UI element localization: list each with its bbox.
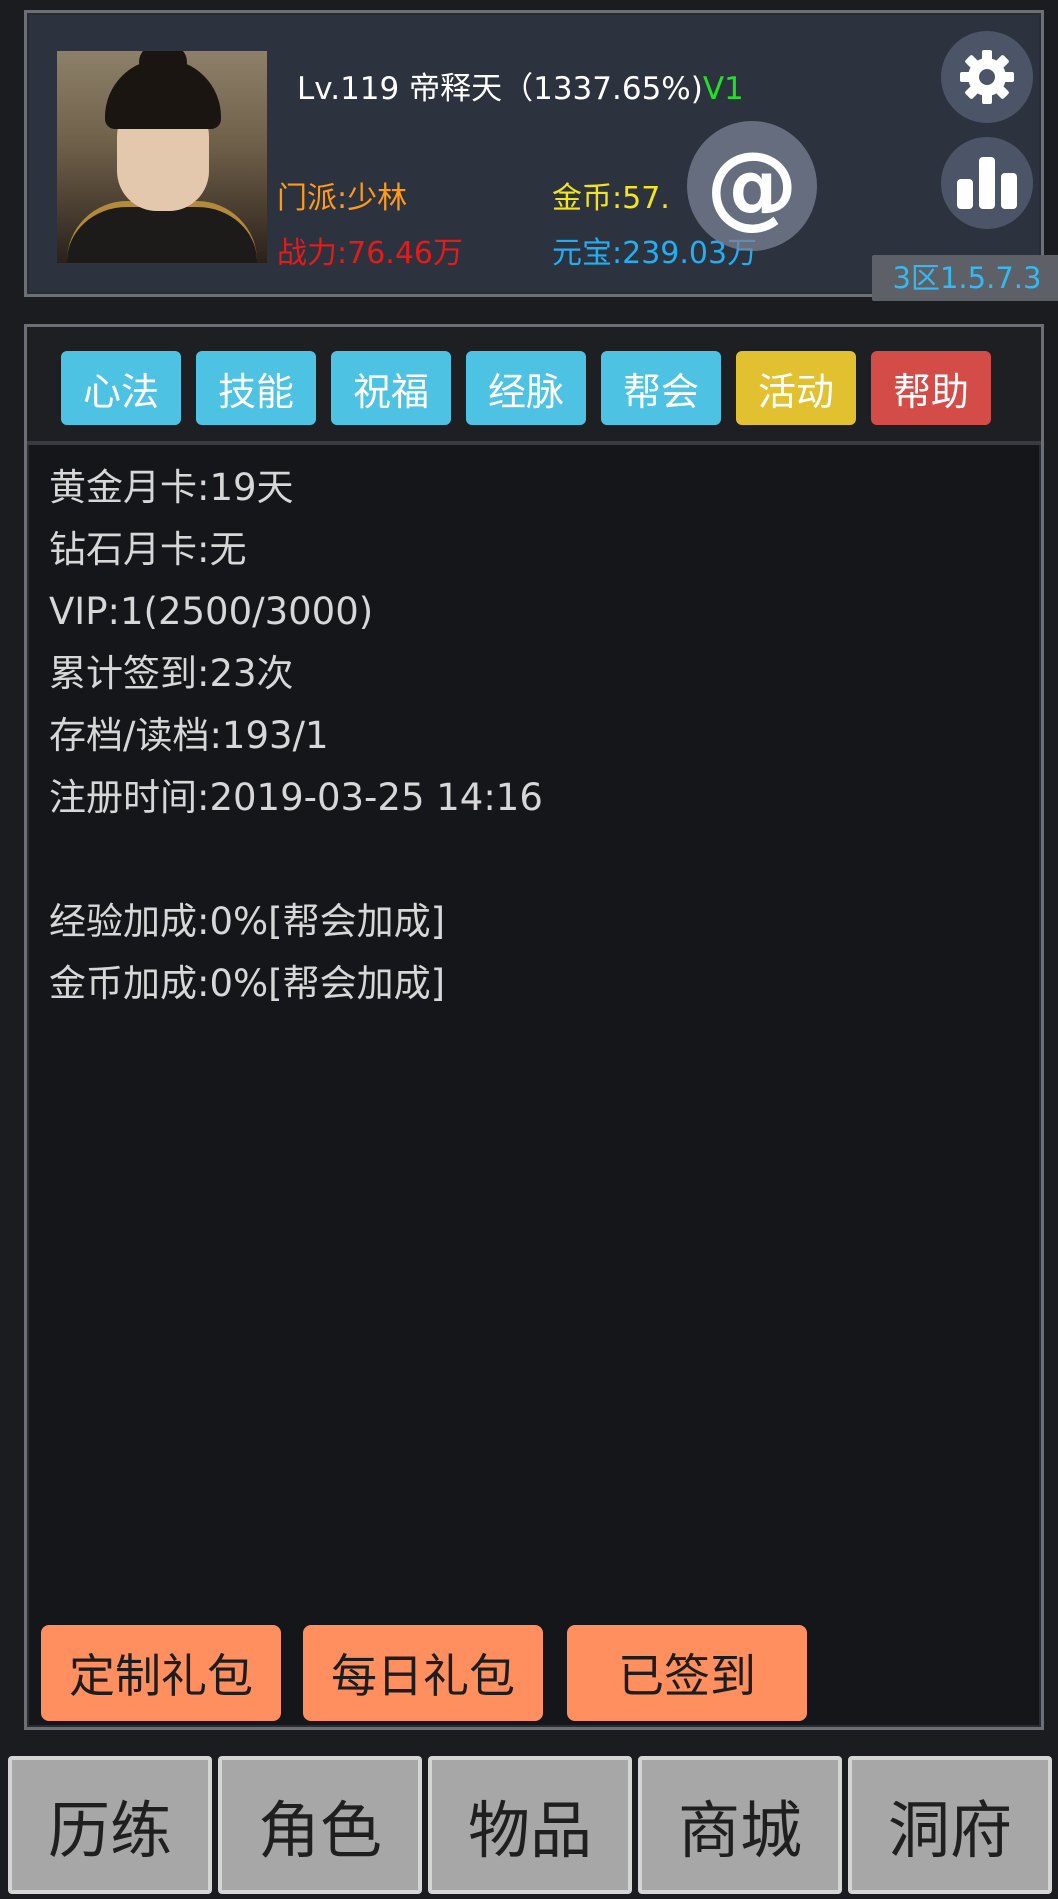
player-avatar[interactable] — [57, 51, 267, 263]
tab-bar: 心法 技能 祝福 经脉 帮会 活动 帮助 — [27, 327, 1041, 445]
gold-card-status: 黄金月卡:19天 — [49, 466, 294, 509]
exp-bonus: 经验加成:0%[帮会加成] — [49, 900, 446, 943]
tab-guild[interactable]: 帮会 — [601, 351, 721, 425]
exp-percent: （1337.65%) — [502, 71, 703, 107]
nav-items[interactable]: 物品 — [428, 1756, 632, 1894]
player-level: Lv.119 — [297, 71, 400, 107]
gold-bonus: 金币加成:0%[帮会加成] — [49, 962, 446, 1005]
avatar-hair-bun — [139, 51, 187, 79]
nav-shop[interactable]: 商城 — [638, 1756, 842, 1894]
main-panel: 心法 技能 祝福 经脉 帮会 活动 帮助 黄金月卡:19天 钻石月卡:无 VIP… — [24, 324, 1044, 1730]
nav-training[interactable]: 历练 — [8, 1756, 212, 1894]
vip-tag: V1 — [702, 71, 744, 107]
tab-meridians[interactable]: 经脉 — [466, 351, 586, 425]
gold-label: 金币:57. — [552, 181, 670, 216]
account-info-list: 黄金月卡:19天 钻石月卡:无 VIP:1(2500/3000) 累计签到:23… — [49, 457, 543, 1015]
register-time: 注册时间:2019-03-25 14:16 — [49, 776, 543, 819]
diamond-card-status: 钻石月卡:无 — [49, 528, 247, 571]
sect-label: 门派:少林 — [277, 181, 408, 216]
at-button[interactable]: @ — [687, 121, 817, 251]
player-title-line: Lv.119 帝释天（1337.65%)V1 — [297, 63, 744, 108]
signin-button[interactable]: 已签到 — [567, 1625, 807, 1721]
at-icon: @ — [706, 132, 798, 239]
nav-cave[interactable]: 洞府 — [848, 1756, 1052, 1894]
signin-total: 累计签到:23次 — [49, 652, 294, 695]
nav-character[interactable]: 角色 — [218, 1756, 422, 1894]
tab-help[interactable]: 帮助 — [871, 351, 991, 425]
bar-chart-icon — [957, 157, 1017, 209]
player-name: 帝释天 — [409, 71, 503, 107]
daily-gift-button[interactable]: 每日礼包 — [303, 1625, 543, 1721]
tab-mind-method[interactable]: 心法 — [61, 351, 181, 425]
tab-events[interactable]: 活动 — [736, 351, 856, 425]
custom-gift-button[interactable]: 定制礼包 — [41, 1625, 281, 1721]
vip-progress: VIP:1(2500/3000) — [49, 590, 374, 633]
save-load-count: 存档/读档:193/1 — [49, 714, 329, 757]
server-version-badge: 3区1.5.7.3 — [872, 255, 1058, 301]
power-label: 战力:76.46万 — [277, 236, 463, 271]
tab-blessing[interactable]: 祝福 — [331, 351, 451, 425]
settings-button[interactable] — [941, 31, 1033, 123]
ranking-button[interactable] — [941, 137, 1033, 229]
gear-icon — [960, 50, 1014, 104]
player-header: Lv.119 帝释天（1337.65%)V1 门派:少林 战力:76.46万 金… — [24, 10, 1058, 301]
tab-skills[interactable]: 技能 — [196, 351, 316, 425]
